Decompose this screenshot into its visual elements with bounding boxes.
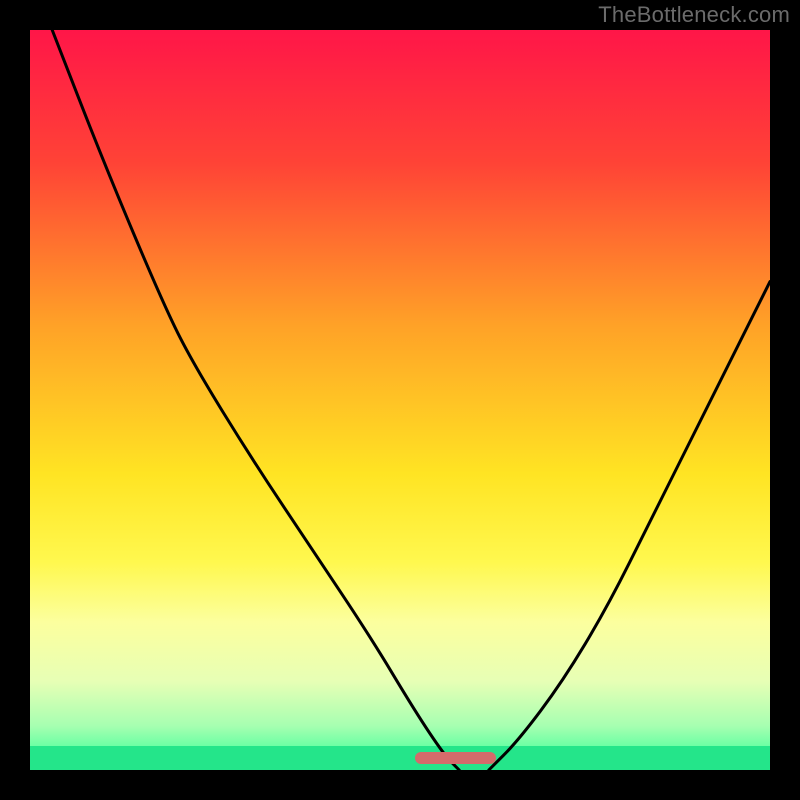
curve-right-branch bbox=[489, 282, 770, 770]
curve-left-branch bbox=[52, 30, 459, 770]
watermark-text: TheBottleneck.com bbox=[598, 2, 790, 28]
chart-root: TheBottleneck.com bbox=[0, 0, 800, 800]
plot-area bbox=[30, 30, 770, 770]
bottleneck-curve bbox=[30, 30, 770, 770]
minimum-marker bbox=[415, 752, 496, 764]
